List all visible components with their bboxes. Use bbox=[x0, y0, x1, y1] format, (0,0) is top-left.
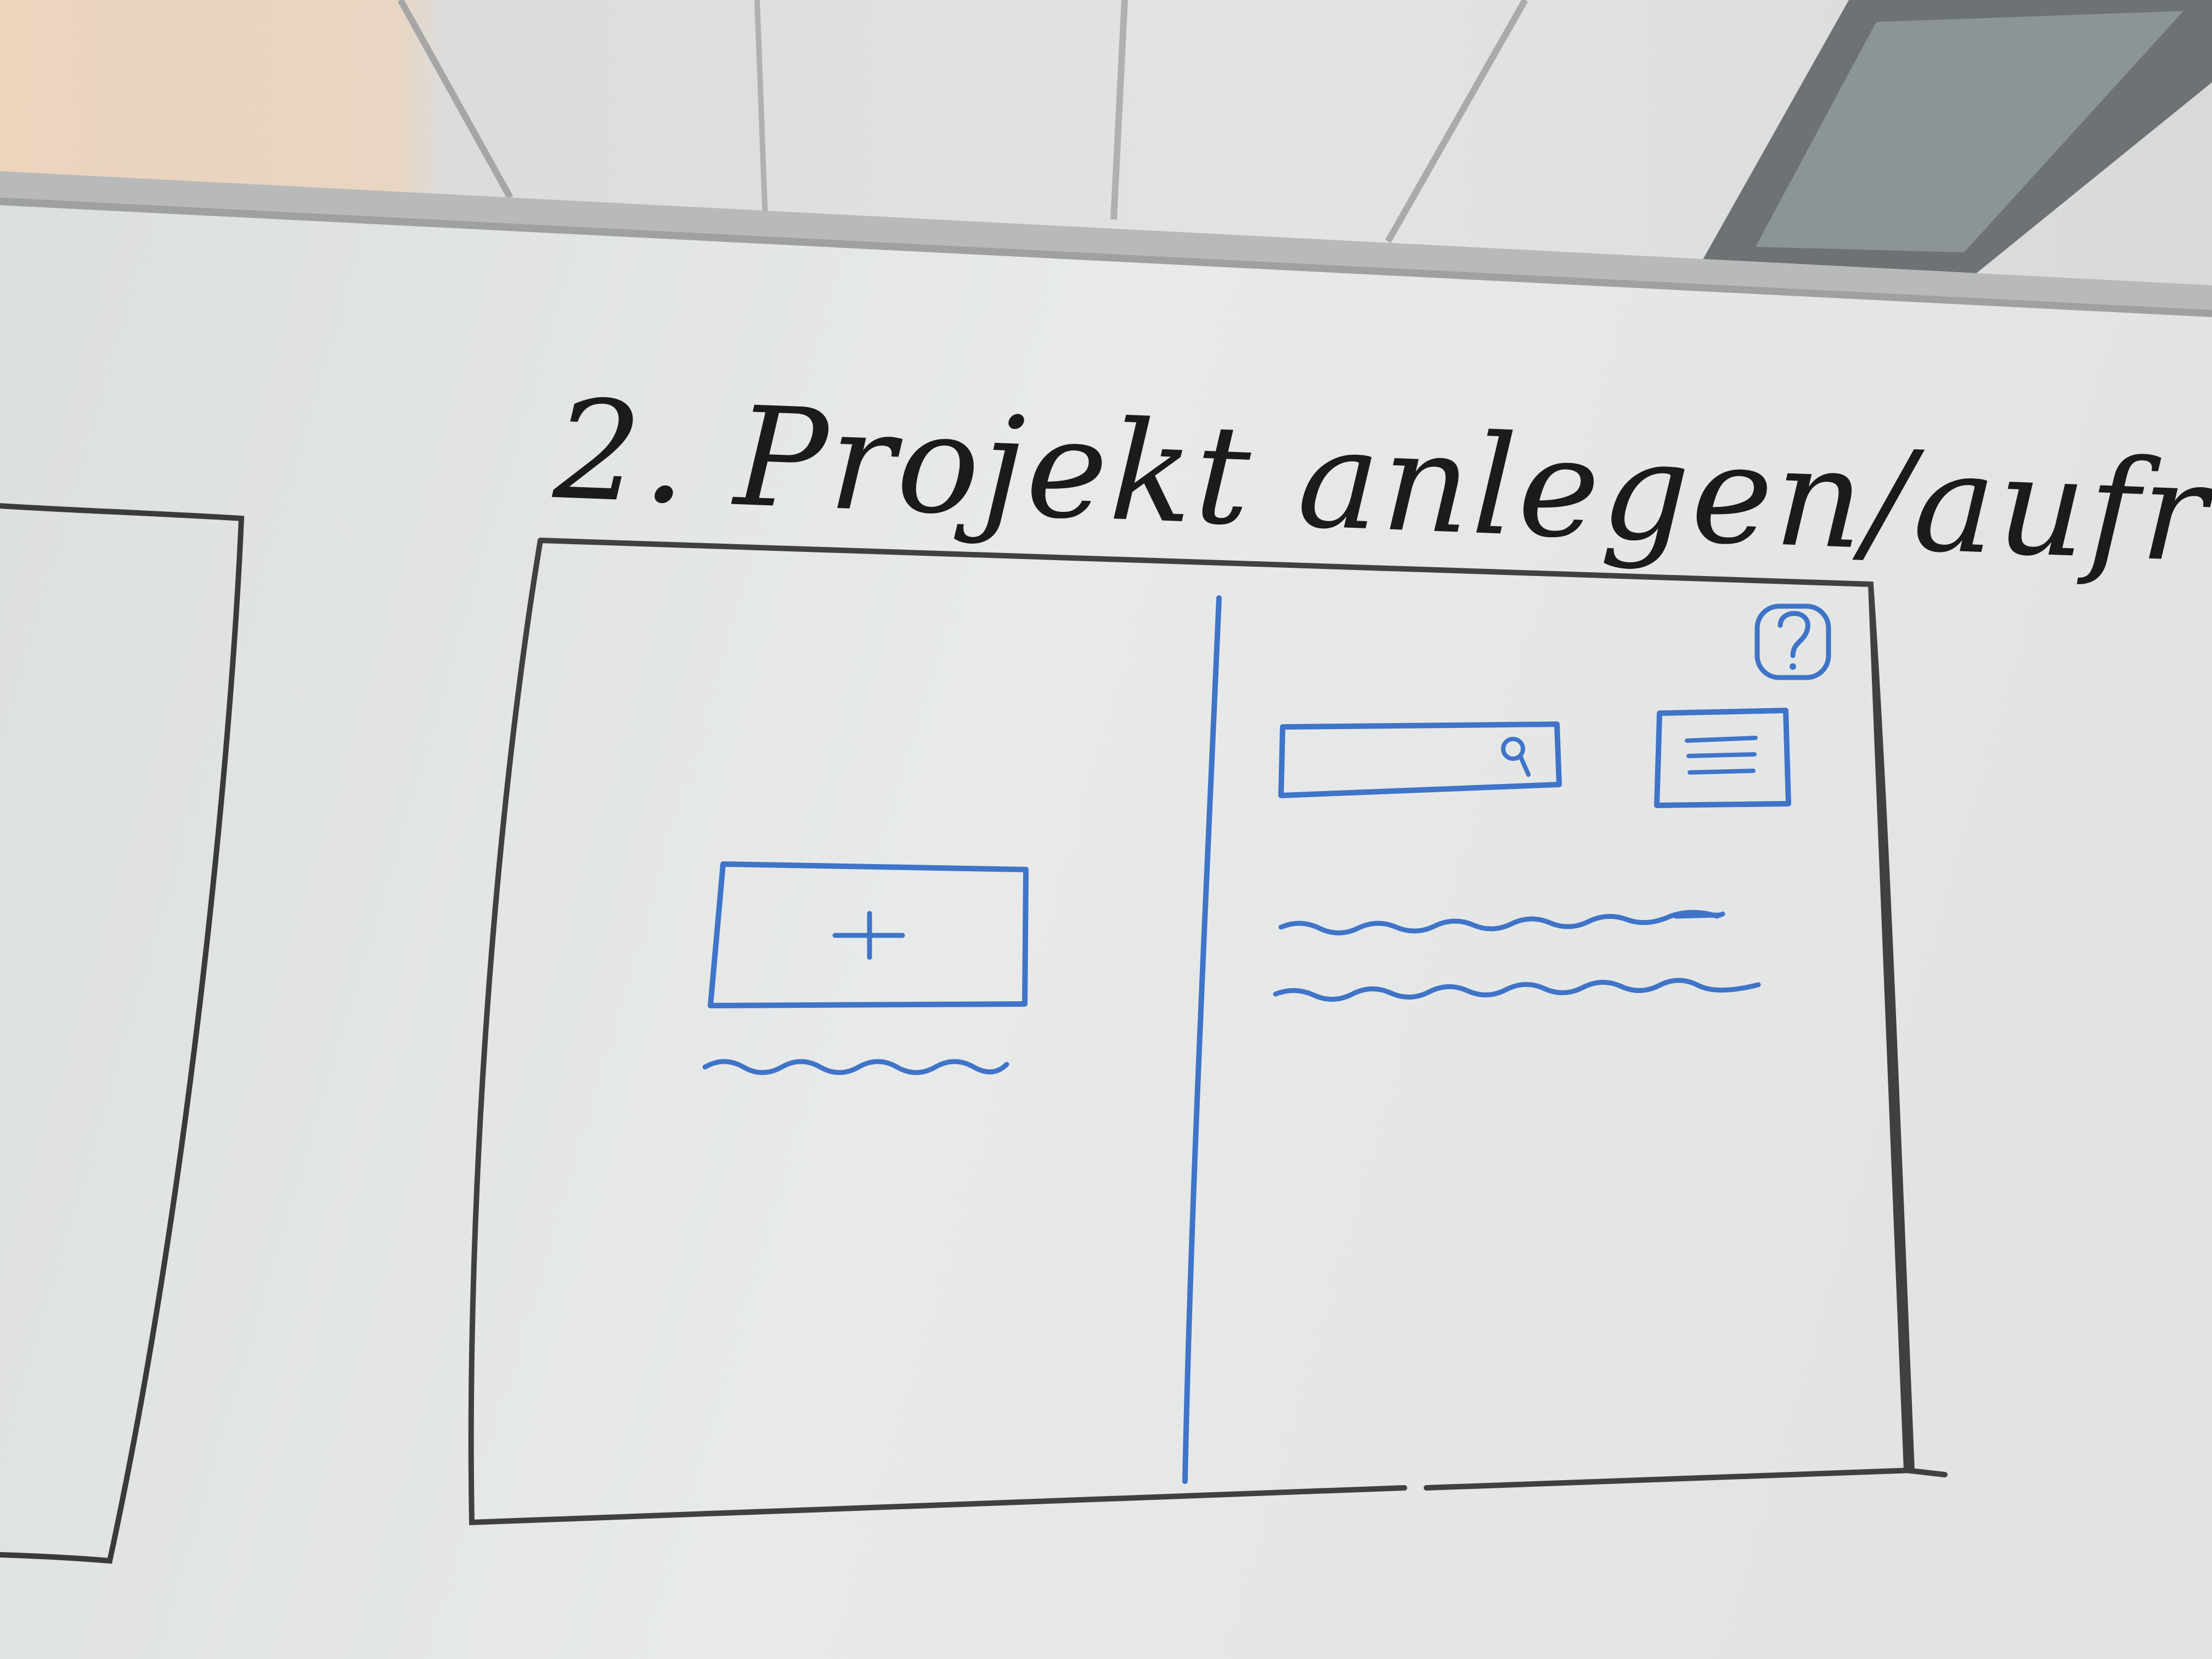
whiteboard bbox=[0, 171, 2212, 1659]
photo-scene: 2. Projekt anlegen/aufrufen bbox=[0, 0, 2212, 1659]
